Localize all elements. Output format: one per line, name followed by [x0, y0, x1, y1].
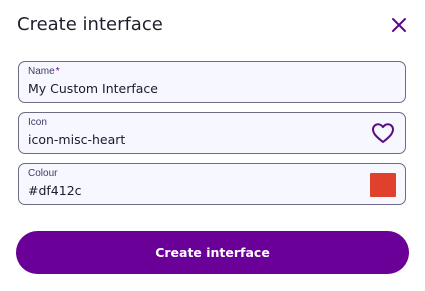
required-marker: *: [55, 66, 60, 77]
close-icon[interactable]: [389, 15, 409, 35]
name-label: Name*: [28, 66, 60, 78]
icon-value[interactable]: icon-misc-heart: [28, 132, 125, 148]
create-interface-button[interactable]: Create interface: [16, 231, 409, 274]
icon-field[interactable]: Icon icon-misc-heart: [18, 112, 406, 154]
colour-label: Colour: [28, 168, 58, 179]
heart-icon: [372, 123, 394, 143]
name-label-text: Name: [28, 66, 55, 77]
colour-value[interactable]: #df412c: [28, 183, 82, 199]
name-field[interactable]: Name* My Custom Interface: [18, 61, 406, 103]
name-value[interactable]: My Custom Interface: [28, 81, 158, 97]
dialog-title: Create interface: [17, 14, 163, 35]
icon-label: Icon: [28, 117, 47, 128]
create-interface-dialog: Create interface Name* My Custom Interfa…: [0, 0, 425, 291]
colour-field[interactable]: Colour #df412c: [18, 163, 406, 205]
colour-swatch[interactable]: [370, 173, 396, 197]
